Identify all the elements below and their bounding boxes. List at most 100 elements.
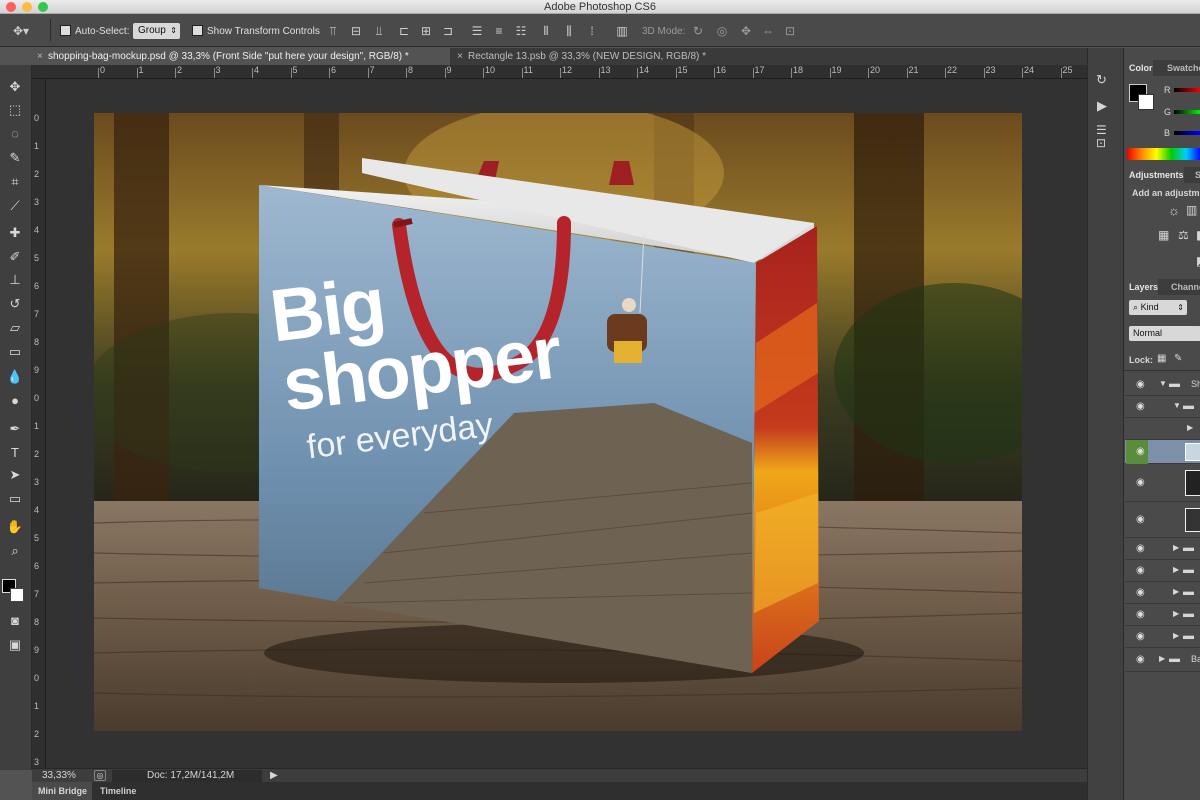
tab-swatches[interactable]: Swatche <box>1162 60 1200 76</box>
history-brush-tool-icon[interactable]: ↺ <box>3 294 27 314</box>
expand-arrow-icon[interactable]: ▼ <box>1173 401 1181 410</box>
layer-row-selected[interactable]: ◉ <box>1125 440 1200 464</box>
document-canvas[interactable]: Big shopper for everyday <box>94 113 1022 731</box>
actions-panel-icon[interactable]: ▶ <box>1097 98 1107 114</box>
blur-tool-icon[interactable]: 💧 <box>3 367 27 387</box>
brush-tool-icon[interactable]: ✐ <box>3 247 27 267</box>
layer-row[interactable]: ◉ ▶ ▬ <box>1125 582 1200 604</box>
3d-slide-icon[interactable]: ⇔ <box>760 24 776 38</box>
tab-rectangle-13[interactable]: × Rectangle 13.psb @ 33,3% (NEW DESIGN, … <box>452 48 752 65</box>
status-menu-arrow-icon[interactable]: ▶ <box>270 769 278 783</box>
g-slider[interactable] <box>1174 110 1200 114</box>
distribute-hcenter-icon[interactable]: ⫼ <box>561 24 577 38</box>
gradient-tool-icon[interactable]: ▭ <box>3 342 27 362</box>
clone-stamp-tool-icon[interactable]: ⊥ <box>3 270 27 290</box>
tab-channels[interactable]: Channe <box>1166 279 1200 295</box>
move-tool-icon[interactable]: ✥ <box>3 77 27 97</box>
quick-selection-tool-icon[interactable]: ✎ <box>3 148 27 168</box>
tab-mini-bridge[interactable]: Mini Bridge <box>32 782 92 800</box>
dodge-tool-icon[interactable]: ● <box>3 391 27 411</box>
align-right-icon[interactable]: ⊐ <box>440 24 456 38</box>
align-left-icon[interactable]: ⊏ <box>396 24 412 38</box>
layer-row[interactable]: ◉ ▶ ▬ Ba <box>1125 648 1200 672</box>
eye-icon[interactable]: ◉ <box>1136 514 1145 525</box>
align-horizontal-center-icon[interactable]: ⊞ <box>418 24 434 38</box>
align-vertical-center-icon[interactable]: ⊟ <box>348 24 364 38</box>
eye-icon[interactable]: ◉ <box>1136 477 1145 488</box>
eye-icon[interactable]: ◉ <box>1136 379 1145 390</box>
crop-tool-icon[interactable]: ⌗ <box>3 172 27 192</box>
3d-rotate-icon[interactable]: ↻ <box>690 24 706 38</box>
info-panel-icon[interactable]: ⊡ <box>1096 136 1106 150</box>
properties-panel-icon[interactable]: ☰ <box>1096 123 1107 137</box>
background-color-swatch[interactable] <box>10 588 24 602</box>
distribute-top-icon[interactable]: ☰ <box>469 24 485 38</box>
3d-scale-icon[interactable]: ⊡ <box>782 24 798 38</box>
expand-arrow-icon[interactable]: ▶ <box>1173 565 1179 574</box>
tab-adjustments[interactable]: Adjustments <box>1124 167 1184 183</box>
expand-arrow-icon[interactable]: ▶ <box>1173 631 1179 640</box>
layer-row[interactable]: ◉ ▶ ▬ <box>1125 538 1200 560</box>
move-tool-preset-icon[interactable]: ✥▾ <box>10 24 32 38</box>
color-spectrum-bar[interactable] <box>1127 148 1200 160</box>
levels-icon[interactable]: ▥ <box>1186 203 1197 217</box>
pen-tool-icon[interactable]: ✒ <box>3 419 27 439</box>
layer-row[interactable]: ◉ ▶ ▬ <box>1125 604 1200 626</box>
transform-controls-checkbox[interactable] <box>192 24 203 36</box>
marquee-tool-icon[interactable]: ⬚ <box>3 100 27 120</box>
layer-filter-dropdown[interactable]: ⌕ Kind ⇕ <box>1129 300 1187 315</box>
auto-align-icon[interactable]: ▥ <box>614 24 630 38</box>
distribute-bottom-icon[interactable]: ☷ <box>513 24 529 38</box>
expand-arrow-icon[interactable]: ▶ <box>1159 654 1165 663</box>
black-white-icon[interactable]: ◧ <box>1196 228 1200 242</box>
tab-shopping-bag-mockup[interactable]: × shopping-bag-mockup.psd @ 33,3% (Front… <box>32 48 450 65</box>
screen-mode-icon[interactable]: ▣ <box>3 635 27 655</box>
expand-arrow-icon[interactable]: ▼ <box>1159 379 1167 388</box>
3d-pan-icon[interactable]: ✥ <box>738 24 754 38</box>
blend-mode-dropdown[interactable]: Normal <box>1129 326 1200 341</box>
distribute-left-icon[interactable]: ⦀ <box>538 24 554 38</box>
lock-transparent-icon[interactable]: ▦ <box>1157 353 1166 364</box>
r-slider[interactable] <box>1174 88 1200 92</box>
zoom-tool-icon[interactable]: ⌕ <box>3 541 27 561</box>
eye-icon[interactable]: ◉ <box>1136 565 1145 576</box>
eye-icon[interactable]: ◉ <box>1136 446 1145 457</box>
layer-row[interactable]: ◉ ▶ ▬ <box>1125 626 1200 648</box>
layer-row[interactable]: ▶ <box>1125 418 1200 440</box>
tab-layers[interactable]: Layers <box>1124 279 1159 295</box>
eyedropper-tool-icon[interactable]: ⟋ <box>3 196 27 216</box>
status-options-icon[interactable]: ◎ <box>94 770 106 781</box>
layer-row[interactable]: ◉ <box>1125 502 1200 538</box>
lasso-tool-icon[interactable]: ◌ <box>3 124 27 144</box>
path-selection-tool-icon[interactable]: ➤ <box>3 465 27 485</box>
auto-select-dropdown[interactable]: Group ⇕ <box>133 23 180 39</box>
eye-icon[interactable]: ◉ <box>1136 631 1145 642</box>
hand-tool-icon[interactable]: ✋ <box>3 517 27 537</box>
invert-icon[interactable]: ◩ <box>1196 254 1200 268</box>
layer-row[interactable]: ◉ ▼ ▬ Sh <box>1125 374 1200 396</box>
eye-icon[interactable]: ◉ <box>1136 654 1145 665</box>
eraser-tool-icon[interactable]: ▱ <box>3 318 27 338</box>
b-slider[interactable] <box>1174 131 1200 135</box>
eye-icon[interactable]: ◉ <box>1136 587 1145 598</box>
close-tab-icon[interactable]: × <box>457 48 463 65</box>
3d-roll-icon[interactable]: ◎ <box>714 24 730 38</box>
zoom-level[interactable]: 33,33% <box>42 769 76 783</box>
hue-saturation-icon[interactable]: ▦ <box>1158 228 1169 242</box>
align-bottom-icon[interactable]: ⫫ <box>371 24 387 38</box>
expand-arrow-icon[interactable]: ▶ <box>1173 587 1179 596</box>
color-background-swatch[interactable] <box>1138 94 1154 110</box>
color-balance-icon[interactable]: ⚖ <box>1178 228 1189 242</box>
expand-arrow-icon[interactable]: ▶ <box>1173 543 1179 552</box>
eye-icon[interactable]: ◉ <box>1136 609 1145 620</box>
expand-arrow-icon[interactable]: ▶ <box>1173 609 1179 618</box>
quick-mask-icon[interactable]: ◙ <box>3 611 27 631</box>
eye-icon[interactable]: ◉ <box>1136 543 1145 554</box>
tab-styles[interactable]: S <box>1190 167 1200 183</box>
expand-arrow-icon[interactable]: ▶ <box>1187 423 1193 432</box>
auto-select-checkbox[interactable] <box>60 24 71 36</box>
layer-row[interactable]: ◉ <box>1125 464 1200 502</box>
healing-brush-tool-icon[interactable]: ✚ <box>3 223 27 243</box>
align-top-icon[interactable]: ⫪ <box>325 24 341 38</box>
distribute-vcenter-icon[interactable]: ≡ <box>491 24 507 38</box>
